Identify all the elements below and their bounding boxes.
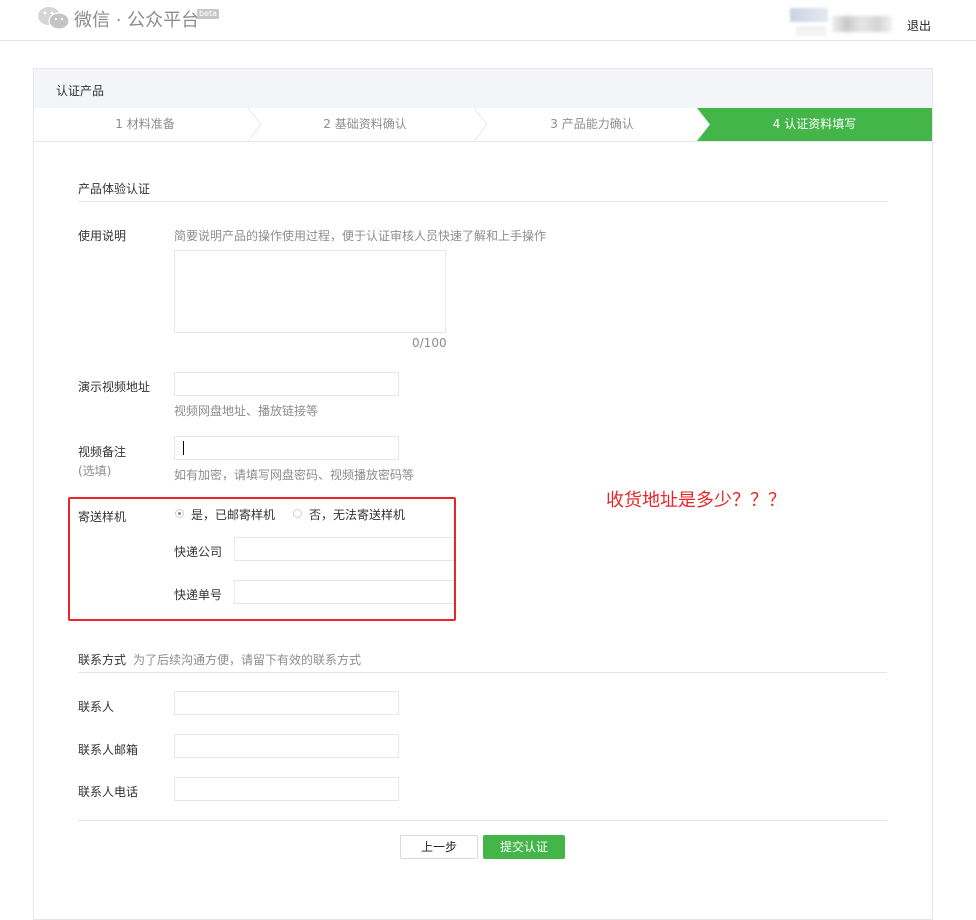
annotation-highlight-box xyxy=(68,497,456,621)
logout-link[interactable]: 退出 xyxy=(907,17,931,34)
video-url-input[interactable] xyxy=(174,372,399,396)
contact-label: 联系人 xyxy=(78,700,115,714)
section-subtitle-contact: 为了后续沟通方便，请留下有效的联系方式 xyxy=(133,653,362,667)
user-avatar-blurred[interactable] xyxy=(790,8,828,22)
video-url-hint: 视频网盘地址、播放链接等 xyxy=(174,404,319,418)
step-progress-bar: 1 材料准备 2 基础资料确认 3 产品能力确认 4 认证资料填写 xyxy=(34,108,932,142)
step-1: 1 材料准备 xyxy=(115,117,175,131)
panel-title: 认证产品 xyxy=(56,84,105,98)
section-title-product: 产品体验认证 xyxy=(78,182,151,196)
section-title-contact: 联系方式 xyxy=(78,653,127,667)
step-2: 2 基础资料确认 xyxy=(323,117,407,131)
usage-hint: 简要说明产品的操作使用过程，便于认证审核人员快速了解和上手操作 xyxy=(174,229,547,243)
submit-button[interactable]: 提交认证 xyxy=(483,835,565,859)
video-url-label: 演示视频地址 xyxy=(78,380,151,394)
video-note-hint: 如有加密，请填写网盘密码、视频播放密码等 xyxy=(174,468,415,482)
brand-title: 微信 · 公众平台 xyxy=(74,10,200,31)
annotation-text: 收货地址是多少？？？ xyxy=(606,490,786,511)
divider xyxy=(78,672,887,673)
text-cursor xyxy=(183,441,184,455)
step-separator-icon xyxy=(697,108,710,141)
user-info-blurred xyxy=(796,26,826,36)
divider xyxy=(78,820,887,821)
phone-input[interactable] xyxy=(174,777,399,801)
user-name-blurred[interactable] xyxy=(832,16,892,32)
email-input[interactable] xyxy=(174,734,399,758)
prev-step-button[interactable]: 上一步 xyxy=(400,835,478,859)
contact-input[interactable] xyxy=(174,691,399,715)
email-label: 联系人邮箱 xyxy=(78,743,139,757)
step-4-active: 4 认证资料填写 xyxy=(697,108,932,141)
panel-header xyxy=(34,69,932,108)
usage-textarea[interactable] xyxy=(174,250,446,333)
divider xyxy=(78,201,887,202)
main-panel xyxy=(33,68,933,920)
video-note-label: 视频备注 xyxy=(78,445,127,459)
usage-counter: 0/100 xyxy=(412,336,447,350)
beta-badge: beta xyxy=(197,9,220,19)
video-note-optional: (选填) xyxy=(78,464,112,478)
wechat-logo-icon xyxy=(38,7,70,30)
usage-label: 使用说明 xyxy=(78,229,127,243)
phone-label: 联系人电话 xyxy=(78,785,139,799)
video-note-input[interactable] xyxy=(174,436,399,460)
step-3: 3 产品能力确认 xyxy=(550,117,634,131)
